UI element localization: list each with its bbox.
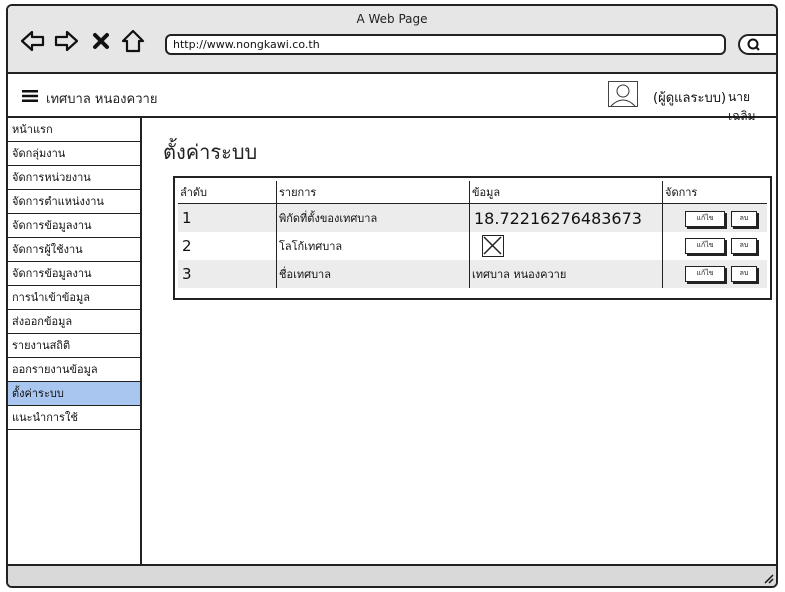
sidebar-item-guide[interactable]: แนะนำการใช้ (8, 406, 140, 430)
page-title: ตั้งค่าระบบ (163, 140, 258, 164)
delete-button[interactable]: ลบ (731, 266, 757, 282)
sidebar-item-export[interactable]: ส่งออกข้อมูล (8, 310, 140, 334)
window-title: A Web Page (356, 12, 428, 26)
sidebar-item-job-groups[interactable]: จัดกลุ่มงาน (8, 142, 140, 166)
status-bar (8, 564, 776, 586)
arrow-right-icon[interactable] (53, 28, 79, 54)
sidebar-item-settings[interactable]: ตั้งค่าระบบ (8, 382, 140, 406)
row-value: 18.72216276483673 (470, 204, 663, 232)
header-item: รายการ (277, 181, 470, 203)
sidebar-item-positions[interactable]: จัดการตำแหน่งงาน (8, 190, 140, 214)
user-role: (ผู้ดูแลระบบ) (653, 91, 727, 106)
sidebar-item-home[interactable]: หน้าแรก (8, 118, 140, 142)
delete-button[interactable]: ลบ (731, 238, 757, 254)
row-actions: แก้ไข ลบ (663, 260, 771, 288)
edit-button[interactable]: แก้ไข (685, 266, 725, 282)
search-icon (747, 38, 760, 51)
search-button[interactable] (738, 34, 776, 55)
home-icon[interactable] (120, 28, 146, 54)
row-no: 2 (178, 232, 277, 260)
header-actions: จัดการ (665, 186, 698, 199)
user-name: นาย เฉลิม (728, 90, 756, 123)
row-actions: แก้ไข ลบ (663, 232, 771, 260)
logo-placeholder[interactable] (482, 235, 504, 257)
browser-window: A Web Page http://www.nongkawi.co.th เทศ… (6, 4, 778, 588)
table-row: 3 ชื่อเทศบาล เทศบาล หนองควาย แก้ไข ลบ (178, 260, 767, 288)
avatar[interactable] (608, 81, 638, 107)
table-header: ลำดับ รายการ ข้อมูล จัดการ (178, 181, 767, 204)
user-avatar-icon (610, 84, 636, 107)
header-value: ข้อมูล (470, 181, 663, 203)
sidebar: หน้าแรก จัดกลุ่มงาน จัดการหน่วยงาน จัดกา… (8, 118, 142, 570)
table-row: 2 โลโก้เทศบาล แก้ไข ลบ (178, 232, 767, 260)
sidebar-item-users[interactable]: จัดการผู้ใช้งาน (8, 238, 140, 262)
hamburger-icon[interactable] (22, 90, 38, 102)
image-placeholder-icon (483, 236, 502, 255)
row-value: เทศบาล หนองควาย (470, 260, 663, 288)
resize-grip-icon[interactable] (762, 572, 774, 584)
row-item: โลโก้เทศบาล (277, 232, 470, 260)
row-no: 3 (178, 260, 277, 288)
sidebar-item-departments[interactable]: จัดการหน่วยงาน (8, 166, 140, 190)
row-item: ชื่อเทศบาล (277, 260, 470, 288)
browser-titlebar: A Web Page http://www.nongkawi.co.th (8, 6, 776, 74)
delete-button[interactable]: ลบ (731, 211, 757, 227)
edit-button[interactable]: แก้ไข (685, 211, 725, 227)
row-no: 1 (178, 204, 277, 232)
table-row: 1 พิกัดที่ตั้งของเทศบาล 18.7221627648367… (178, 204, 767, 232)
row-value (470, 232, 663, 260)
address-bar[interactable]: http://www.nongkawi.co.th (165, 34, 726, 55)
sidebar-item-job-data[interactable]: จัดการข้อมูลงาน (8, 214, 140, 238)
sidebar-item-statistics[interactable]: รายงานสถิติ (8, 334, 140, 358)
close-icon[interactable] (88, 28, 114, 54)
settings-table: ลำดับ รายการ ข้อมูล จัดการ 1 พิกัดที่ตั้… (173, 176, 772, 300)
brand-name: เทศบาล หนองควาย (46, 92, 158, 107)
header-no: ลำดับ (178, 181, 277, 203)
sidebar-item-import[interactable]: การนำเข้าข้อมูล (8, 286, 140, 310)
arrow-left-icon[interactable] (20, 28, 46, 54)
app-menubar: เทศบาล หนองควาย (ผู้ดูแลระบบ) นาย เฉลิม (8, 74, 776, 123)
row-item: พิกัดที่ตั้งของเทศบาล (277, 204, 470, 232)
row-actions: แก้ไข ลบ (663, 204, 771, 232)
sidebar-item-job-data-2[interactable]: จัดการข้อมูลงาน (8, 262, 140, 286)
sidebar-item-reports[interactable]: ออกรายงานข้อมูล (8, 358, 140, 382)
edit-button[interactable]: แก้ไข (685, 238, 725, 254)
